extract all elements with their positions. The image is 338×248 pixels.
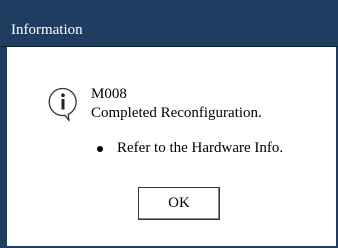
dialog-title: Information (11, 22, 83, 38)
information-dialog: Information M008 Completed Reconfigurati… (0, 0, 338, 248)
info-icon (48, 87, 77, 122)
bullet-item: Refer to the Hardware Info. (117, 140, 284, 156)
bullet-dot (97, 146, 103, 152)
dialog-titlebar[interactable]: Information (0, 0, 338, 47)
message-code: M008 (91, 86, 127, 102)
ok-button[interactable]: OK (138, 187, 220, 220)
dialog-left-border (0, 47, 7, 248)
message-text: Completed Reconfiguration. (91, 105, 262, 121)
